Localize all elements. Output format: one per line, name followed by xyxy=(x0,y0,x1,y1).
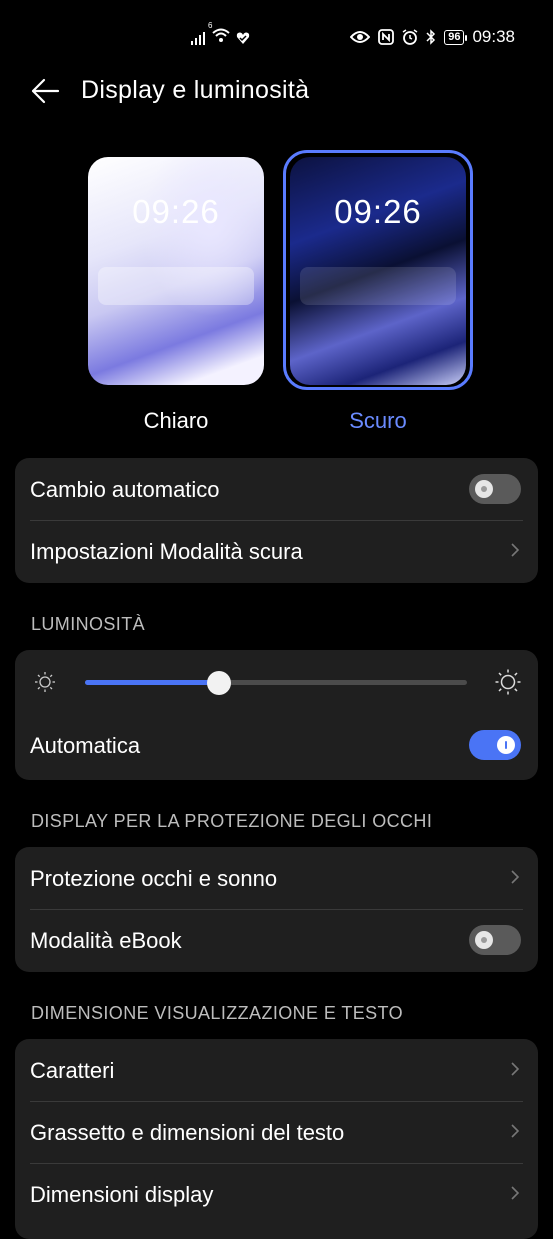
display-dimensions-label: Dimensioni display xyxy=(30,1182,214,1207)
signal-icon xyxy=(191,31,205,45)
bold-text-size-label: Grassetto e dimensioni del testo xyxy=(30,1120,345,1145)
auto-brightness-label: Automatica xyxy=(30,733,141,758)
status-bar: 6 96 09:38 xyxy=(0,0,553,70)
heart-shield-icon xyxy=(236,32,250,44)
eye-sleep-label: Protezione occhi e sonno xyxy=(30,866,278,891)
fonts-row[interactable]: Caratteri xyxy=(15,1039,538,1101)
brightness-thumb[interactable] xyxy=(206,671,231,695)
eye-protection-section-title: DISPLAY PER LA PROTEZIONE DEGLI OCCHI xyxy=(31,811,433,831)
auto-switch-label: Cambio automatico xyxy=(30,477,220,502)
bold-text-size-row[interactable]: Grassetto e dimensioni del testo xyxy=(15,1101,538,1163)
wifi-icon xyxy=(212,28,230,42)
brightness-card: Automatica xyxy=(15,650,538,780)
bluetooth-icon xyxy=(426,29,436,45)
clock: 09:38 xyxy=(472,27,515,46)
dark-theme-label[interactable]: Scuro xyxy=(290,408,466,434)
light-theme-label[interactable]: Chiaro xyxy=(88,408,264,434)
dark-mode-settings-row[interactable]: Impostazioni Modalità scura xyxy=(15,520,538,582)
dark-mode-settings-label: Impostazioni Modalità scura xyxy=(30,539,303,564)
chevron-right-icon xyxy=(511,1062,520,1076)
display-dimensions-row[interactable]: Dimensioni display xyxy=(15,1163,538,1225)
chevron-right-icon xyxy=(511,1186,520,1200)
back-arrow-icon[interactable] xyxy=(30,78,60,104)
auto-brightness-row[interactable]: Automatica xyxy=(15,716,538,778)
dark-theme-preview[interactable]: 09:26 xyxy=(290,157,466,385)
battery-indicator: 96 xyxy=(444,29,468,45)
nfc-icon xyxy=(378,29,395,45)
ebook-mode-row[interactable]: Modalità eBook xyxy=(15,909,538,971)
chevron-right-icon xyxy=(511,870,520,884)
auto-switch-row[interactable]: Cambio automatico xyxy=(15,458,538,520)
dark-preview-time: 09:26 xyxy=(334,193,422,230)
display-size-section-title: DIMENSIONE VISUALIZZAZIONE E TESTO xyxy=(31,1003,404,1023)
auto-brightness-toggle[interactable] xyxy=(469,730,521,760)
sun-large-icon xyxy=(495,669,521,695)
sun-small-icon xyxy=(35,672,55,692)
ebook-mode-toggle[interactable] xyxy=(469,925,521,955)
display-size-card: Caratteri Grassetto e dimensioni del tes… xyxy=(15,1039,538,1239)
eye-icon xyxy=(350,31,371,43)
eye-sleep-row[interactable]: Protezione occhi e sonno xyxy=(15,847,538,909)
eye-protection-card: Protezione occhi e sonno Modalità eBook xyxy=(15,847,538,972)
chevron-right-icon xyxy=(511,543,520,557)
brightness-slider-row xyxy=(15,650,538,716)
light-theme-preview[interactable]: 09:26 xyxy=(88,157,264,385)
wifi-badge: 6 xyxy=(208,21,213,30)
brightness-section-title: LUMINOSITÀ xyxy=(31,614,146,634)
chevron-right-icon xyxy=(511,1124,520,1138)
fonts-label: Caratteri xyxy=(30,1058,115,1083)
app-header: Display e luminosità xyxy=(0,70,553,112)
ebook-mode-label: Modalità eBook xyxy=(30,928,182,953)
light-preview-band xyxy=(98,267,254,305)
alarm-icon xyxy=(402,29,418,45)
light-preview-time: 09:26 xyxy=(132,193,220,230)
page-title: Display e luminosità xyxy=(81,76,310,104)
dark-preview-band xyxy=(300,267,456,305)
theme-settings-card: Cambio automatico Impostazioni Modalità … xyxy=(15,458,538,583)
brightness-fill xyxy=(85,680,219,685)
auto-switch-toggle[interactable] xyxy=(469,474,521,504)
brightness-slider[interactable] xyxy=(85,671,467,695)
